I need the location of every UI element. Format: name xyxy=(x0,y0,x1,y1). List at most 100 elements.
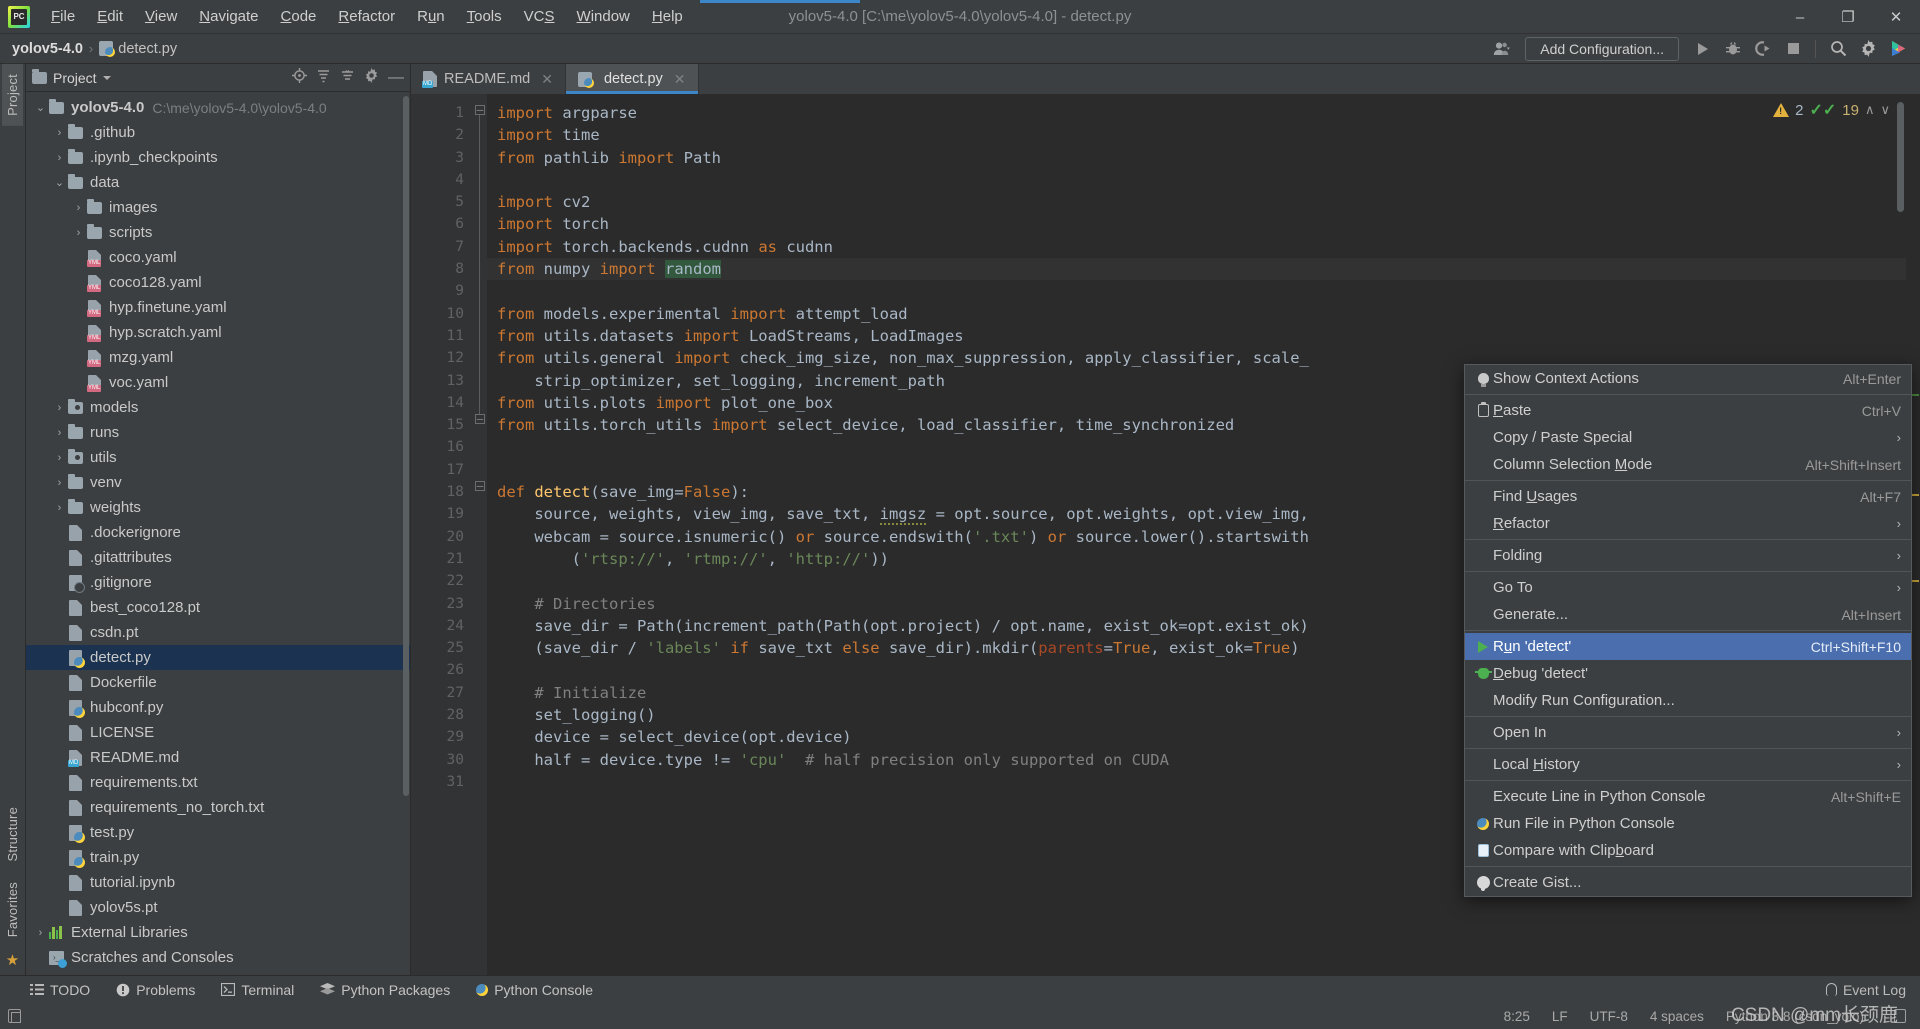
project-settings-icon[interactable] xyxy=(364,68,379,87)
context-menu-item-run-detect[interactable]: Run 'detect' Ctrl+Shift+F10 xyxy=(1465,633,1911,660)
stop-icon[interactable] xyxy=(1779,37,1807,61)
menu-edit[interactable]: Edit xyxy=(86,4,134,29)
context-menu-item-refactor[interactable]: Refactor › xyxy=(1465,510,1911,537)
locate-file-icon[interactable] xyxy=(292,68,307,87)
tree-expander-icon[interactable]: › xyxy=(53,127,66,139)
tree-item-yolov5s-pt[interactable]: yolov5s.pt xyxy=(26,895,410,920)
maximize-button[interactable]: ❐ xyxy=(1824,0,1872,34)
menu-refactor[interactable]: Refactor xyxy=(327,4,406,29)
tree-expander-icon[interactable]: ⌄ xyxy=(53,176,66,189)
tree-item-scratches-and-consoles[interactable]: ›_ Scratches and Consoles xyxy=(26,945,410,970)
chevron-down-icon[interactable]: ∨ xyxy=(1880,102,1890,118)
event-log-button[interactable]: Event Log xyxy=(1825,982,1920,998)
tree-expander-icon[interactable]: › xyxy=(53,152,66,164)
context-menu-item-copy-paste-special[interactable]: Copy / Paste Special › xyxy=(1465,424,1911,451)
tree-expander-icon[interactable]: › xyxy=(72,227,85,239)
sidebar-item-project[interactable]: Project xyxy=(2,64,23,126)
ai-assistant-icon[interactable] xyxy=(1884,37,1912,61)
indent-setting[interactable]: 4 spaces xyxy=(1650,1009,1704,1024)
context-menu-item-paste[interactable]: Paste Ctrl+V xyxy=(1465,397,1911,424)
code-line[interactable]: from pathlib import Path xyxy=(487,147,1906,169)
code-line[interactable]: from numpy import random xyxy=(487,258,1906,281)
tree-item-dockerfile[interactable]: Dockerfile xyxy=(26,670,410,695)
lock-icon[interactable] xyxy=(1894,1009,1906,1023)
tree-item-test-py[interactable]: test.py xyxy=(26,820,410,845)
tree-item-venv[interactable]: › venv xyxy=(26,470,410,495)
tree-item-best-coco128-pt[interactable]: best_coco128.pt xyxy=(26,595,410,620)
editor-scrollbar[interactable] xyxy=(1897,102,1904,212)
debug-icon[interactable] xyxy=(1719,37,1747,61)
run-coverage-icon[interactable] xyxy=(1749,37,1777,61)
tab-detect-py[interactable]: detect.py ✕ xyxy=(565,64,699,94)
tool-button-problems[interactable]: Problems xyxy=(116,982,195,998)
tree-expander-icon[interactable]: › xyxy=(53,452,66,464)
menu-run[interactable]: Run xyxy=(406,4,456,29)
inspection-widget[interactable]: 2 ✓✓ 19 ∧ ∨ xyxy=(1773,100,1890,120)
tree-item-csdn-pt[interactable]: csdn.pt xyxy=(26,620,410,645)
tree-expander-icon[interactable]: › xyxy=(72,202,85,214)
fold-marker-detect-fn[interactable]: ─ xyxy=(475,481,485,491)
close-icon[interactable]: ✕ xyxy=(674,71,686,88)
tool-button-terminal[interactable]: Terminal xyxy=(221,982,294,998)
user-avatar-icon[interactable] xyxy=(1487,37,1515,61)
tree-expander-icon[interactable]: ⌄ xyxy=(34,101,47,114)
tree-item-train-py[interactable]: train.py xyxy=(26,845,410,870)
tree-item-requirements-no-torch-txt[interactable]: requirements_no_torch.txt xyxy=(26,795,410,820)
tree-item-detect-py[interactable]: detect.py xyxy=(26,645,410,670)
settings-gear-icon[interactable] xyxy=(1854,37,1882,61)
menu-window[interactable]: Window xyxy=(566,4,641,29)
chevron-up-icon[interactable]: ∧ xyxy=(1865,102,1875,118)
sidebar-item-structure[interactable]: Structure xyxy=(2,797,23,872)
caret-position[interactable]: 8:25 xyxy=(1504,1009,1530,1024)
tree-item-readme-md[interactable]: MD README.md xyxy=(26,745,410,770)
code-line[interactable]: import torch xyxy=(487,213,1906,235)
tree-item-data[interactable]: ⌄ data xyxy=(26,170,410,195)
close-icon[interactable]: ✕ xyxy=(541,71,553,88)
file-encoding[interactable]: UTF-8 xyxy=(1590,1009,1628,1024)
tree-expander-icon[interactable]: › xyxy=(53,477,66,489)
tree-item-coco-yaml[interactable]: YML coco.yaml xyxy=(26,245,410,270)
run-icon[interactable] xyxy=(1689,37,1717,61)
line-separator[interactable]: LF xyxy=(1552,1009,1568,1024)
context-menu-item-open-in[interactable]: Open In › xyxy=(1465,719,1911,746)
search-icon[interactable] xyxy=(1824,37,1852,61)
chevron-down-icon[interactable] xyxy=(102,75,111,80)
menu-file[interactable]: File xyxy=(40,4,86,29)
code-folding-column[interactable]: ─ ─ ─ xyxy=(473,94,487,975)
breadcrumb-project[interactable]: yolov5-4.0 xyxy=(12,41,83,57)
tree-item-runs[interactable]: › runs xyxy=(26,420,410,445)
tree-item-ipynb-checkpoints[interactable]: › .ipynb_checkpoints xyxy=(26,145,410,170)
project-scrollbar[interactable] xyxy=(403,92,409,975)
tree-item-external-libraries[interactable]: › External Libraries xyxy=(26,920,410,945)
code-line[interactable]: import torch.backends.cudnn as cudnn xyxy=(487,236,1906,258)
tree-item-gitattributes[interactable]: .gitattributes xyxy=(26,545,410,570)
expand-all-icon[interactable] xyxy=(316,68,331,87)
fold-marker-import-block-end[interactable]: ─ xyxy=(475,414,485,424)
project-file-tree[interactable]: ⌄ yolov5-4.0 C:\me\yolov5-4.0\yolov5-4.0 ›.… xyxy=(26,92,410,975)
context-menu-item-go-to[interactable]: Go To › xyxy=(1465,574,1911,601)
close-button[interactable]: ✕ xyxy=(1872,0,1920,34)
menu-view[interactable]: View xyxy=(134,4,188,29)
fold-marker-imports[interactable]: ─ xyxy=(475,105,485,115)
tree-expander-icon[interactable]: › xyxy=(34,927,47,939)
tree-item-models[interactable]: › models xyxy=(26,395,410,420)
code-line[interactable]: from models.experimental import attempt_… xyxy=(487,303,1906,325)
tree-expander-icon[interactable]: › xyxy=(53,427,66,439)
code-line[interactable]: from utils.datasets import LoadStreams, … xyxy=(487,325,1906,347)
layout-toggle-icon[interactable] xyxy=(8,1009,21,1023)
tree-expander-icon[interactable]: › xyxy=(53,502,66,514)
context-menu-item-generate[interactable]: Generate... Alt+Insert xyxy=(1465,601,1911,628)
tree-item-images[interactable]: › images xyxy=(26,195,410,220)
tree-item-github[interactable]: › .github xyxy=(26,120,410,145)
code-line[interactable]: import cv2 xyxy=(487,191,1906,213)
context-menu-item-folding[interactable]: Folding › xyxy=(1465,542,1911,569)
tree-item-tutorial-ipynb[interactable]: tutorial.ipynb xyxy=(26,870,410,895)
context-menu-item-local-history[interactable]: Local History › xyxy=(1465,751,1911,778)
tree-item-mzg-yaml[interactable]: YML mzg.yaml xyxy=(26,345,410,370)
menu-code[interactable]: Code xyxy=(270,4,328,29)
code-line[interactable]: import argparse xyxy=(487,102,1906,124)
tool-button-todo[interactable]: TODO xyxy=(30,982,90,998)
sidebar-item-favorites[interactable]: Favorites xyxy=(2,872,23,947)
tree-item-scripts[interactable]: › scripts xyxy=(26,220,410,245)
tool-button-python-packages[interactable]: Python Packages xyxy=(320,982,450,998)
